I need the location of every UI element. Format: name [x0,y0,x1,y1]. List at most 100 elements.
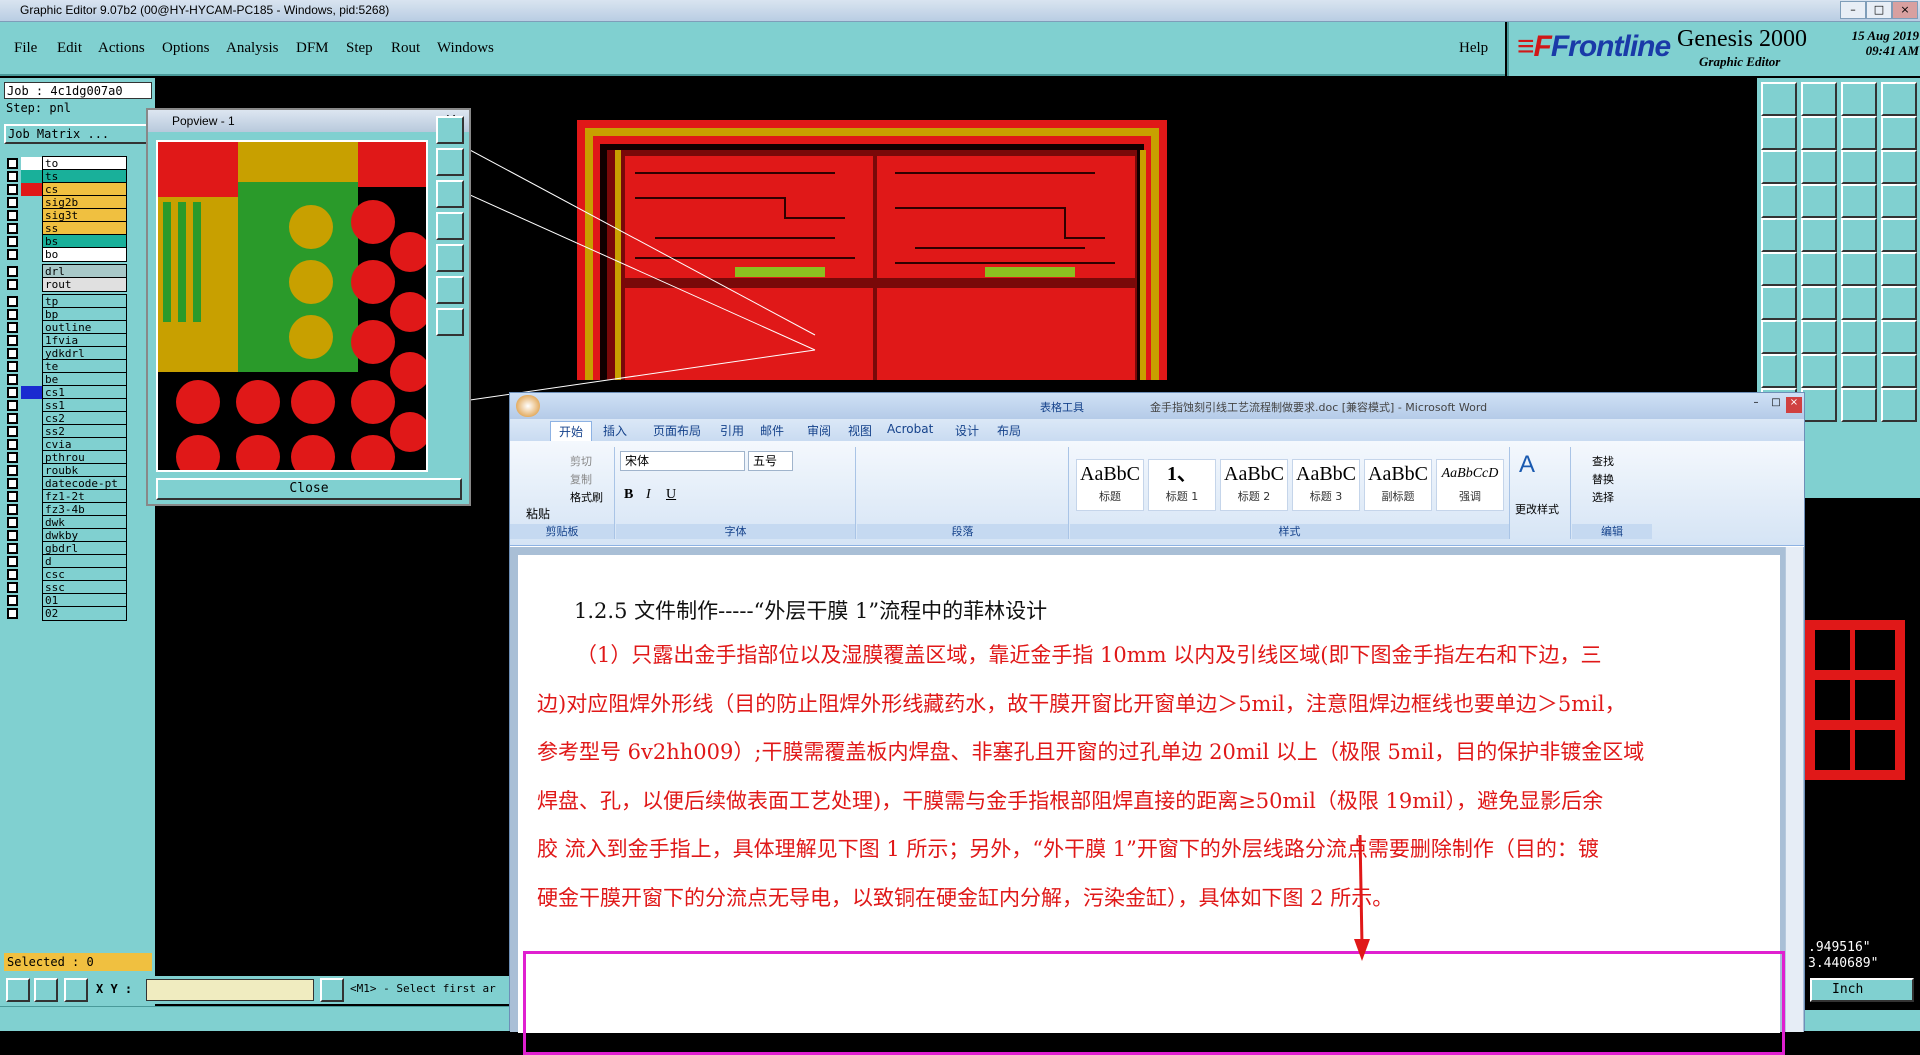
layer-display-checkbox[interactable] [7,478,18,489]
menu-options[interactable]: Options [162,40,210,57]
popview-tool-6-icon[interactable] [436,276,464,304]
tool-button-0-0-icon[interactable] [1761,82,1797,116]
tool-button-0-2-icon[interactable] [1841,82,1877,116]
tool-button-6-3-icon[interactable] [1881,286,1917,320]
change-styles-button[interactable]: 更改样式 [1515,501,1559,517]
tool-button-4-3-icon[interactable] [1881,218,1917,252]
layer-display-checkbox[interactable] [7,413,18,424]
layer-display-checkbox[interactable] [7,335,18,346]
menu-step[interactable]: Step [346,40,373,57]
cut-button[interactable]: 剪切 [570,453,592,469]
tool-button-7-0-icon[interactable] [1761,320,1797,354]
bold-button[interactable]: B [624,487,633,503]
layer-name[interactable]: 02 [42,606,127,621]
layer-row[interactable]: 02 [4,606,127,621]
underline-button[interactable]: U [666,487,676,503]
layer-affected-toggle[interactable] [21,248,43,261]
tool-button-1-3-icon[interactable] [1881,116,1917,150]
ribbon-tab-0[interactable]: 开始 [550,421,593,441]
layer-display-checkbox[interactable] [7,322,18,333]
layer-display-checkbox[interactable] [7,171,18,182]
layer-display-checkbox[interactable] [7,279,18,290]
popview-tool-2-icon[interactable] [436,148,464,176]
popview-close-button[interactable]: Close [156,478,462,500]
layer-display-checkbox[interactable] [7,504,18,515]
tool-button-2-0-icon[interactable] [1761,150,1797,184]
menu-windows[interactable]: Windows [437,40,494,57]
style-3[interactable]: AaBbC 标题 3 [1292,459,1360,511]
layer-display-checkbox[interactable] [7,348,18,359]
layer-display-checkbox[interactable] [7,374,18,385]
ribbon-tab-6[interactable]: 视图 [848,422,872,439]
layer-display-checkbox[interactable] [7,184,18,195]
ribbon-tab-2[interactable]: 页面布局 [653,422,701,439]
tool-button-4-2-icon[interactable] [1841,218,1877,252]
popview-tool-1-icon[interactable] [436,116,464,144]
job-matrix-button[interactable]: Job Matrix ... [4,124,152,144]
layer-display-checkbox[interactable] [7,569,18,580]
italic-button[interactable]: I [646,487,651,503]
layer-display-checkbox[interactable] [7,361,18,372]
snap-icon[interactable] [6,978,30,1002]
select-button[interactable]: 选择 [1592,489,1614,505]
tool-button-2-2-icon[interactable] [1841,150,1877,184]
tool-button-5-1-icon[interactable] [1801,252,1837,286]
ribbon-tab-1[interactable]: 插入 [603,422,627,439]
layer-display-checkbox[interactable] [7,158,18,169]
menu-rout[interactable]: Rout [391,40,420,57]
tool-button-0-1-icon[interactable] [1801,82,1837,116]
menu-edit[interactable]: Edit [57,40,82,57]
ribbon-tab-3[interactable]: 引用 [720,422,744,439]
layer-display-checkbox[interactable] [7,266,18,277]
tool-button-7-3-icon[interactable] [1881,320,1917,354]
find-button[interactable]: 查找 [1592,453,1614,469]
menu-help[interactable]: Help [1459,40,1488,57]
tool-button-5-2-icon[interactable] [1841,252,1877,286]
layer-display-checkbox[interactable] [7,595,18,606]
office-button-icon[interactable] [516,395,540,417]
ribbon-tab-9[interactable]: 布局 [997,422,1021,439]
style-4[interactable]: AaBbC 副标题 [1364,459,1432,511]
popview-tool-5-icon[interactable] [436,244,464,272]
layer-display-checkbox[interactable] [7,439,18,450]
change-styles-icon[interactable]: A [1519,451,1535,479]
tool-button-4-0-icon[interactable] [1761,218,1797,252]
layer-display-checkbox[interactable] [7,517,18,528]
ribbon-tab-7[interactable]: Acrobat [887,422,933,436]
tool-button-4-1-icon[interactable] [1801,218,1837,252]
tool-button-7-2-icon[interactable] [1841,320,1877,354]
layer-display-checkbox[interactable] [7,223,18,234]
zoom-icon[interactable] [34,978,58,1002]
layer-display-checkbox[interactable] [7,387,18,398]
style-1[interactable]: 1、 标题 1 [1148,459,1216,511]
tool-button-2-1-icon[interactable] [1801,150,1837,184]
paste-button[interactable]: 粘贴 [526,505,550,522]
tool-button-0-3-icon[interactable] [1881,82,1917,116]
format-painter-button[interactable]: 格式刷 [570,489,603,505]
tool-button-9-1-icon[interactable] [1801,388,1837,422]
tool-button-8-1-icon[interactable] [1801,354,1837,388]
maximize-button[interactable]: □ [1866,1,1892,19]
tool-button-9-2-icon[interactable] [1841,388,1877,422]
layer-affected-toggle[interactable] [21,607,43,620]
ribbon-tab-4[interactable]: 邮件 [760,422,784,439]
layer-display-checkbox[interactable] [7,465,18,476]
layer-display-checkbox[interactable] [7,582,18,593]
tool-button-8-3-icon[interactable] [1881,354,1917,388]
layer-display-checkbox[interactable] [7,543,18,554]
copy-button[interactable]: 复制 [570,471,592,487]
layer-display-checkbox[interactable] [7,608,18,619]
menu-analysis[interactable]: Analysis [226,40,279,57]
layer-display-checkbox[interactable] [7,400,18,411]
tool-button-1-2-icon[interactable] [1841,116,1877,150]
word-minimize-button[interactable]: – [1748,397,1764,413]
menu-file[interactable]: File [14,40,37,57]
minimize-button[interactable]: – [1840,1,1866,19]
tool-button-3-0-icon[interactable] [1761,184,1797,218]
layer-display-checkbox[interactable] [7,309,18,320]
layer-display-checkbox[interactable] [7,530,18,541]
layer-name[interactable]: bo [42,247,127,262]
replace-button[interactable]: 替换 [1592,471,1614,487]
font-name-select[interactable]: 宋体 [620,451,745,471]
tool-button-1-0-icon[interactable] [1761,116,1797,150]
